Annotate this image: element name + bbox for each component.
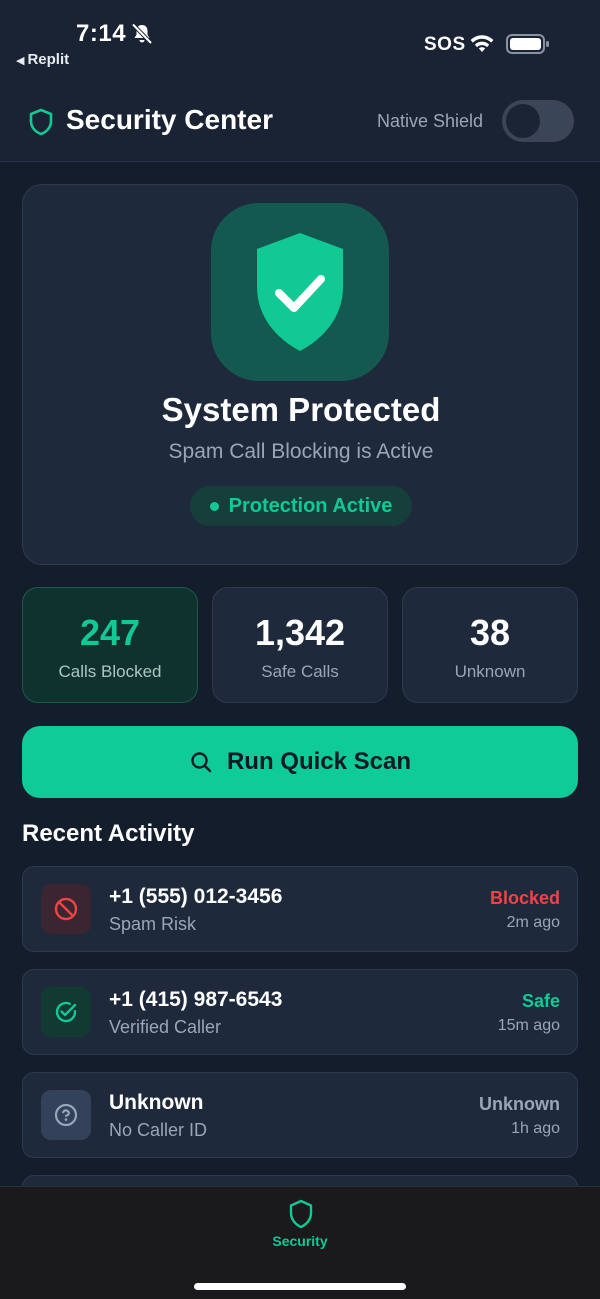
status-time: 7:14 xyxy=(76,20,127,47)
back-app-label: Replit xyxy=(27,51,70,68)
home-indicator[interactable] xyxy=(194,1283,406,1290)
shield-icon xyxy=(29,108,53,136)
search-icon xyxy=(191,752,212,773)
active-dot-icon xyxy=(209,501,219,511)
stat-value: 1,342 xyxy=(254,612,346,653)
shield-icon xyxy=(289,1199,313,1229)
page-title: Security Center xyxy=(66,104,273,135)
call-status: Unknown xyxy=(479,1094,560,1114)
scan-button-label: Run Quick Scan xyxy=(226,748,412,775)
caller-number: +1 (415) 987-6543 xyxy=(109,988,283,1011)
activity-row[interactable]: +1 (415) 987-6543 Verified Caller Safe 1… xyxy=(22,969,578,1055)
status-bar: 7:14 ◀ Replit SOS xyxy=(0,0,600,80)
call-time: 15m ago xyxy=(497,1017,560,1034)
wifi-icon xyxy=(470,35,494,52)
recent-activity-title: Recent Activity xyxy=(22,820,195,847)
row-icon-container xyxy=(41,884,91,934)
status-subtitle: Spam Call Blocking is Active xyxy=(168,440,434,463)
caller-description: Spam Risk xyxy=(109,914,197,934)
native-shield-toggle[interactable] xyxy=(502,100,574,142)
stat-label: Safe Calls xyxy=(261,662,339,681)
call-status: Safe xyxy=(521,991,560,1011)
status-badge: Protection Active xyxy=(190,486,412,526)
activity-row[interactable]: Unknown No Caller ID Unknown 1h ago xyxy=(22,1072,578,1158)
back-to-app-link[interactable]: ◀ Replit xyxy=(16,51,69,68)
caller-number: Unknown xyxy=(109,1091,204,1114)
activity-row[interactable]: +1 (555) 012-3456 Spam Risk Blocked 2m a… xyxy=(22,866,578,952)
hero-icon-container xyxy=(211,203,389,381)
caller-number: +1 (555) 012-3456 xyxy=(109,885,283,908)
battery-icon xyxy=(506,34,549,54)
stat-calls-blocked[interactable]: 247 Calls Blocked xyxy=(22,587,198,703)
stat-label: Calls Blocked xyxy=(58,662,162,681)
bell-muted-icon xyxy=(131,23,153,45)
caller-description: Verified Caller xyxy=(109,1017,222,1037)
check-circle-icon xyxy=(55,1001,77,1023)
caller-description: No Caller ID xyxy=(109,1120,208,1140)
stat-label: Unknown xyxy=(454,662,526,681)
status-title: System Protected xyxy=(161,391,441,428)
status-badge-label: Protection Active xyxy=(228,494,393,517)
protection-status-card: System Protected Spam Call Blocking is A… xyxy=(22,184,578,565)
call-time: 1h ago xyxy=(511,1120,560,1137)
row-icon-container xyxy=(41,987,91,1037)
native-shield-label: Native Shield xyxy=(377,111,484,131)
stat-safe-calls[interactable]: 1,342 Safe Calls xyxy=(212,587,388,703)
call-status: Blocked xyxy=(489,888,560,908)
stat-value: 247 xyxy=(79,612,141,653)
blocked-icon xyxy=(54,897,78,921)
row-icon-container xyxy=(41,1090,91,1140)
app-header: Security Center Native Shield xyxy=(0,80,600,162)
toggle-knob xyxy=(506,104,540,138)
nav-tab-label: Security xyxy=(272,1233,328,1249)
shield-check-icon xyxy=(257,233,343,351)
bottom-nav: Security xyxy=(0,1186,600,1299)
run-quick-scan-button[interactable]: Run Quick Scan xyxy=(22,726,578,798)
sos-indicator: SOS xyxy=(424,34,466,55)
stat-value: 38 xyxy=(469,612,511,653)
call-time: 2m ago xyxy=(506,914,560,931)
stat-unknown[interactable]: 38 Unknown xyxy=(402,587,578,703)
question-icon xyxy=(54,1103,78,1127)
